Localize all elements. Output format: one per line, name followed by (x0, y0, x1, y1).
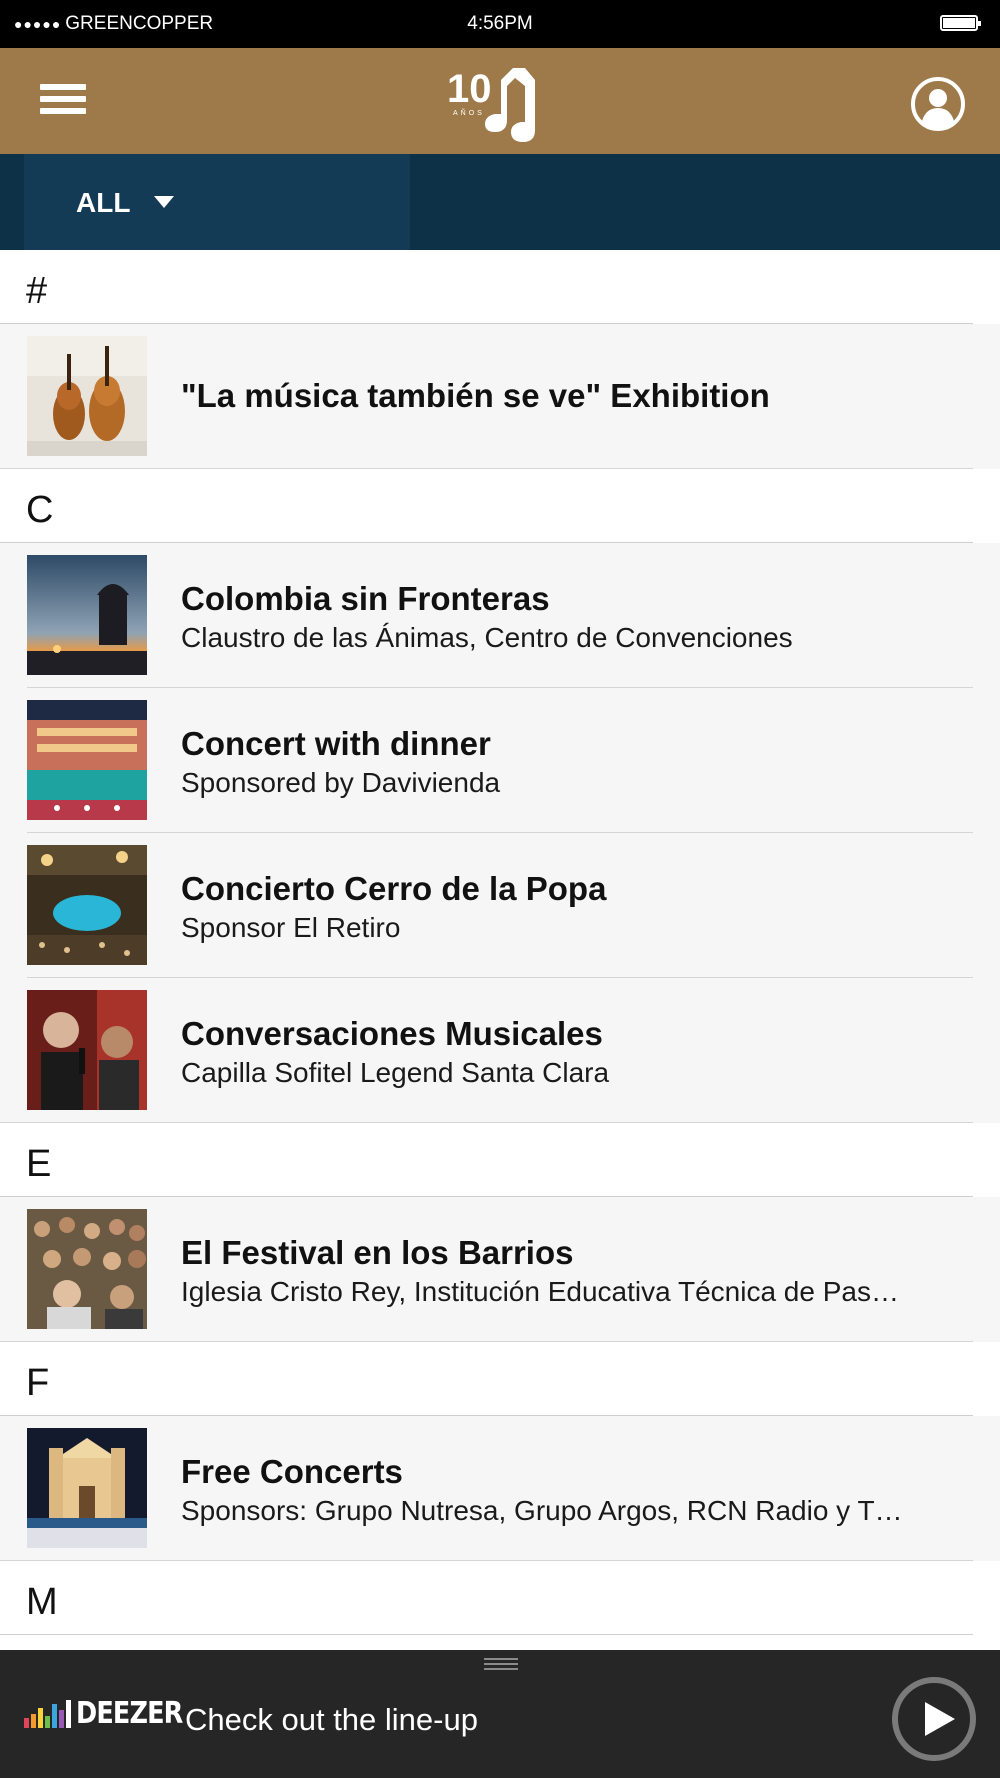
list-item[interactable]: Free Concerts Sponsors: Grupo Nutresa, G… (0, 1416, 1000, 1561)
list-item[interactable]: "La música también se ve" Exhibition (0, 324, 1000, 469)
hamburger-icon-line (40, 108, 86, 114)
filter-dropdown[interactable]: ALL (24, 154, 410, 250)
item-title: Concert with dinner (181, 725, 491, 762)
item-subtitle: Sponsors: Grupo Nutresa, Grupo Argos, RC… (181, 1495, 903, 1526)
item-subtitle: Sponsored by Davivienda (181, 767, 501, 798)
hamburger-icon (40, 84, 86, 90)
list-item[interactable]: Concierto Cerro de la Popa Sponsor El Re… (0, 833, 1000, 978)
section-header: M (0, 1561, 973, 1635)
deezer-player-bar[interactable]: DEEZER Check out the line-up (0, 1650, 1000, 1778)
item-subtitle: Claustro de las Ánimas, Centro de Conven… (181, 622, 793, 653)
list-item[interactable]: El Festival en los Barrios Iglesia Crist… (0, 1197, 1000, 1342)
item-title: "La música también se ve" Exhibition (181, 377, 770, 414)
section-letter: E (26, 1143, 52, 1185)
event-thumbnail (27, 845, 147, 965)
event-thumbnail (27, 1428, 147, 1548)
list-item[interactable]: Conversaciones Musicales Capilla Sofitel… (0, 978, 1000, 1123)
filter-label: ALL (76, 187, 131, 218)
caret-down-icon (154, 196, 174, 208)
event-list: # "La música también se ve" Exhibition C (0, 250, 1000, 1635)
equalizer-icon (24, 1700, 71, 1728)
section-letter: M (26, 1581, 58, 1623)
festival-logo: 10 AÑOS (447, 67, 535, 142)
event-thumbnail (27, 1209, 147, 1329)
logo-subtext: AÑOS (453, 108, 485, 117)
section-header: # (0, 250, 973, 324)
item-subtitle: Iglesia Cristo Rey, Institución Educativ… (181, 1276, 899, 1307)
event-thumbnail (27, 990, 147, 1110)
item-title: Colombia sin Fronteras (181, 580, 550, 617)
status-bar: ●●●●● GREENCOPPER 4:56PM (0, 0, 1000, 48)
section-header: E (0, 1123, 973, 1197)
section-letter: F (26, 1362, 50, 1404)
event-thumbnail (27, 700, 147, 820)
app-header: 10 AÑOS (0, 48, 1000, 154)
logo-number: 10 (447, 67, 492, 111)
item-title: Concierto Cerro de la Popa (181, 870, 607, 907)
drag-handle-icon[interactable] (484, 1658, 518, 1673)
deezer-logo: DEEZER (24, 1696, 201, 1731)
deezer-brand: DEEZER (76, 1696, 183, 1731)
menu-button[interactable] (40, 84, 86, 120)
user-circle-icon[interactable] (910, 76, 966, 132)
list-item[interactable]: Colombia sin Fronteras Claustro de las Á… (0, 543, 1000, 688)
item-subtitle: Sponsor El Retiro (181, 912, 401, 943)
item-title: El Festival en los Barrios (181, 1234, 574, 1271)
section-header: F (0, 1342, 973, 1416)
item-title: Conversaciones Musicales (181, 1015, 603, 1052)
event-thumbnail (27, 555, 147, 675)
section-letter: # (26, 270, 48, 312)
hamburger-icon-line (40, 96, 86, 102)
play-button[interactable] (892, 1677, 976, 1761)
player-message: Check out the line-up (185, 1702, 478, 1737)
section-header: C (0, 469, 973, 543)
item-subtitle: Capilla Sofitel Legend Santa Clara (181, 1057, 610, 1088)
battery-icon (940, 15, 981, 31)
event-thumbnail (27, 336, 147, 456)
item-title: Free Concerts (181, 1453, 403, 1490)
filter-bar: ALL (0, 154, 1000, 250)
section-letter: C (26, 489, 54, 531)
status-time: 4:56PM (467, 13, 533, 34)
list-item[interactable]: Concert with dinner Sponsored by Davivie… (0, 688, 1000, 833)
